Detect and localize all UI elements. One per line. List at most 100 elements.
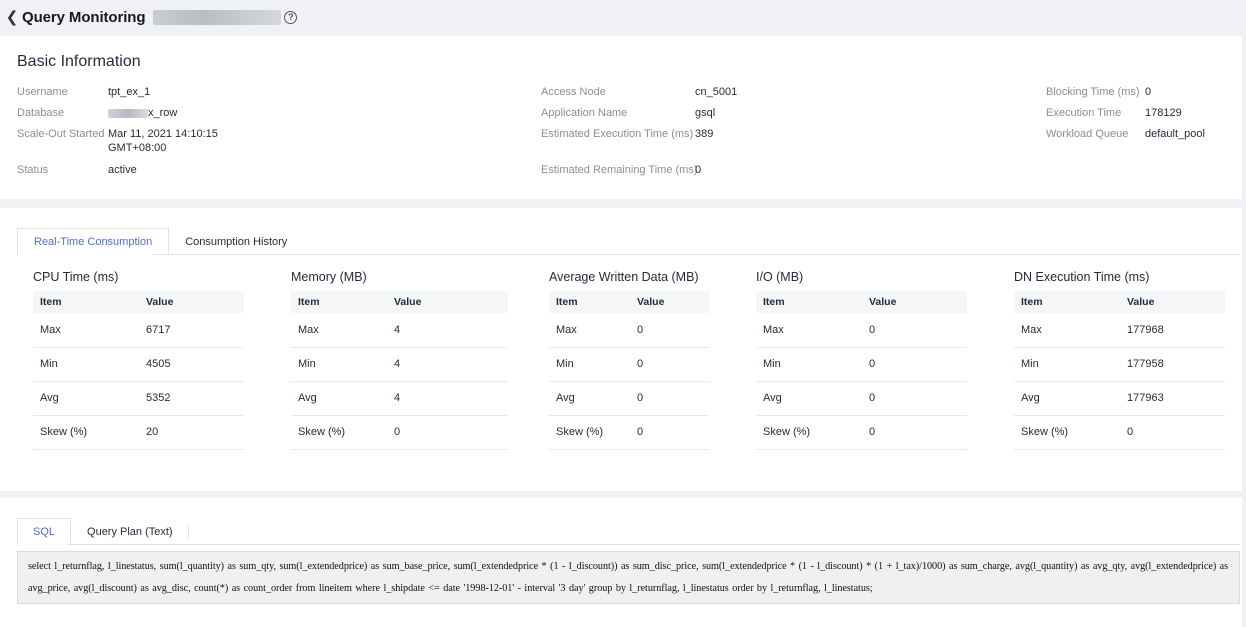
info-value: Mar 11, 2021 14:10:15 — [108, 128, 218, 140]
table-row: Skew (%) 0 — [1014, 415, 1225, 450]
column-header-item: Item — [756, 291, 862, 313]
info-label: Status — [17, 164, 49, 176]
help-icon[interactable]: ? — [284, 10, 298, 24]
cell-value: 177968 — [1120, 313, 1225, 348]
info-value: cn_5001 — [695, 86, 738, 98]
info-value-timezone: GMT+08:00 — [108, 142, 167, 154]
page-header: ❮ Query Monitoring ? — [0, 0, 1246, 34]
cell-item: Min — [291, 347, 387, 382]
info-label: Workload Queue — [1046, 128, 1129, 140]
table-row: Avg 0 — [549, 381, 709, 416]
cell-item: Skew (%) — [1014, 415, 1120, 450]
cell-item: Skew (%) — [33, 415, 139, 450]
cell-value: 6717 — [139, 313, 244, 348]
metric-title: DN Execution Time (ms) — [1014, 270, 1150, 284]
metric-cpu-time: CPU Time (ms) Item Value Max 6717 Min 4505… — [33, 270, 244, 450]
cell-value: 177958 — [1120, 347, 1225, 382]
table-row: Min 0 — [549, 347, 709, 382]
metric-title: Memory (MB) — [291, 270, 367, 284]
cell-item: Avg — [756, 381, 862, 416]
cell-item: Skew (%) — [291, 415, 387, 450]
cell-value: 0 — [862, 347, 967, 382]
cell-item: Max — [1014, 313, 1120, 348]
table-row: Skew (%) 20 — [33, 415, 244, 450]
info-label: Scale-Out Started — [17, 128, 105, 140]
table-row: Skew (%) 0 — [291, 415, 508, 450]
tab-separator — [188, 525, 189, 539]
redacted-database-prefix — [108, 109, 148, 118]
cell-value: 177963 — [1120, 381, 1225, 416]
tab-query-plan-text[interactable]: Query Plan (Text) — [71, 518, 189, 545]
tab-consumption-history[interactable]: Consumption History — [169, 228, 303, 255]
table-row: Min 4505 — [33, 347, 244, 382]
sql-text-area[interactable]: select l_returnflag, l_linestatus, sum(l… — [17, 551, 1240, 604]
table-row: Avg 0 — [756, 381, 967, 416]
tab-sql[interactable]: SQL — [17, 518, 72, 545]
table-row: Max 6717 — [33, 313, 244, 348]
cell-value: 0 — [630, 381, 709, 416]
cell-value: 0 — [862, 313, 967, 348]
cell-value: 0 — [630, 347, 709, 382]
info-label: Access Node — [541, 86, 606, 98]
metric-io: I/O (MB) Item Value Max 0 Min 0 Avg 0 Skew … — [756, 270, 967, 450]
cell-item: Min — [756, 347, 862, 382]
table-row: Avg 4 — [291, 381, 508, 416]
info-value: tpt_ex_1 — [108, 86, 151, 98]
sql-panel: SQL Query Plan (Text) select l_returnfla… — [0, 498, 1242, 627]
table-row: Min 4 — [291, 347, 508, 382]
sql-tabs: SQL Query Plan (Text) — [17, 518, 189, 545]
info-label: Estimated Remaining Time (ms) — [541, 164, 698, 176]
table-row: Max 0 — [756, 313, 967, 348]
cell-item: Skew (%) — [756, 415, 862, 450]
table-row: Avg 177963 — [1014, 381, 1225, 416]
info-label: Application Name — [541, 107, 628, 119]
column-header-item: Item — [1014, 291, 1120, 313]
cell-value: 0 — [862, 381, 967, 416]
column-header-value: Value — [139, 291, 244, 313]
cell-item: Max — [756, 313, 862, 348]
metric-table: Item Value Max 4 Min 4 Avg 4 Skew (%) 0 — [291, 291, 508, 450]
table-row: Max 4 — [291, 313, 508, 348]
info-label: Execution Time — [1046, 107, 1122, 119]
info-value: 0 — [1145, 86, 1152, 98]
metric-dn-execution-time: DN Execution Time (ms) Item Value Max 177… — [1014, 270, 1225, 450]
cell-item: Min — [1014, 347, 1120, 382]
cell-value: 20 — [139, 415, 244, 450]
metric-average-written-data: Average Written Data (MB) Item Value Max… — [549, 270, 709, 450]
column-header-value: Value — [862, 291, 967, 313]
cell-item: Avg — [291, 381, 387, 416]
metric-table: Item Value Max 177968 Min 177958 Avg 177963… — [1014, 291, 1225, 450]
cell-item: Max — [549, 313, 630, 348]
table-row: Max 177968 — [1014, 313, 1225, 348]
tab-real-time-consumption[interactable]: Real-Time Consumption — [17, 228, 170, 255]
info-value: gsql — [695, 107, 716, 119]
info-value: active — [108, 164, 137, 176]
metric-title: I/O (MB) — [756, 270, 804, 284]
cell-item: Skew (%) — [549, 415, 630, 450]
cell-value: 4 — [387, 347, 508, 382]
tab-divider — [67, 544, 1240, 545]
info-value: default_pool — [1145, 128, 1205, 140]
metric-table: Item Value Max 0 Min 0 Avg 0 Skew (%) 0 — [756, 291, 967, 450]
info-label: Blocking Time (ms) — [1046, 86, 1140, 98]
table-row: Skew (%) 0 — [549, 415, 709, 450]
back-arrow-icon[interactable]: ❮ — [4, 8, 20, 26]
cell-value: 0 — [1120, 415, 1225, 450]
cell-value: 0 — [630, 415, 709, 450]
column-header-value: Value — [387, 291, 508, 313]
info-label: Database — [17, 107, 65, 119]
cell-value: 5352 — [139, 381, 244, 416]
tab-divider — [153, 254, 1240, 255]
column-header-value: Value — [630, 291, 709, 313]
info-label: Estimated Execution Time (ms) — [541, 128, 694, 140]
metric-title: CPU Time (ms) — [33, 270, 119, 284]
cell-item: Avg — [1014, 381, 1120, 416]
table-row: Min 177958 — [1014, 347, 1225, 382]
basic-information-panel: Basic Information Username tpt_ex_1 Data… — [0, 36, 1242, 199]
section-title-basic: Basic Information — [17, 53, 141, 70]
column-header-item: Item — [33, 291, 139, 313]
page-title: Query Monitoring — [22, 8, 146, 26]
metric-table: Item Value Max 0 Min 0 Avg 0 Skew (%) 0 — [549, 291, 709, 450]
cell-item: Max — [291, 313, 387, 348]
column-header-item: Item — [291, 291, 387, 313]
